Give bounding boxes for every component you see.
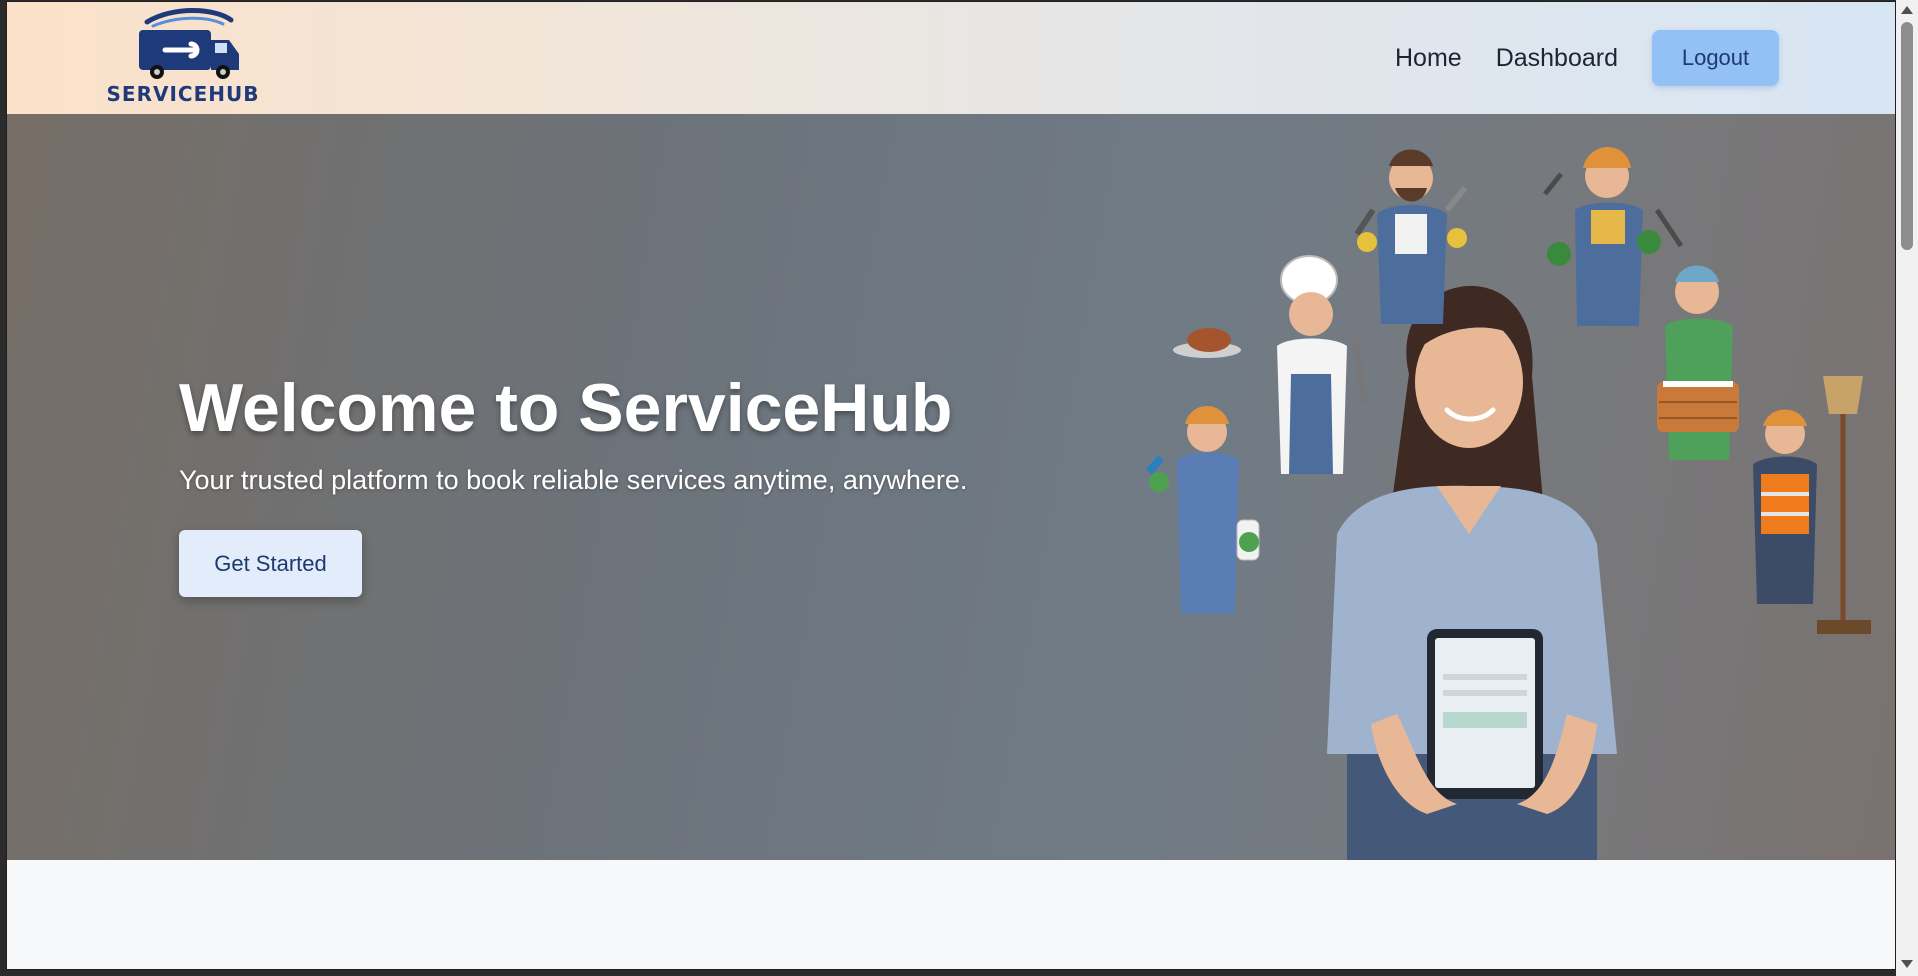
laundry-figure bbox=[1657, 265, 1739, 460]
nav-links: Home Dashboard Logout bbox=[1395, 30, 1779, 86]
cleaner-figure bbox=[1145, 406, 1260, 614]
hero-section: Welcome to ServiceHub Your trusted platf… bbox=[7, 114, 1895, 860]
hero-content: Welcome to ServiceHub Your trusted platf… bbox=[179, 369, 967, 597]
brand-name: SERVICEHUB bbox=[106, 82, 260, 106]
browser-viewport: SERVICEHUB Home Dashboard Logout Welcome… bbox=[6, 1, 1896, 970]
nav-home-link[interactable]: Home bbox=[1395, 44, 1462, 73]
scroll-up-arrow-icon[interactable] bbox=[1901, 6, 1913, 14]
gardener-figure bbox=[1543, 147, 1684, 326]
logout-button[interactable]: Logout bbox=[1652, 30, 1779, 86]
service-workers-illustration bbox=[1145, 147, 1871, 860]
janitor-figure bbox=[1753, 376, 1871, 634]
get-started-button[interactable]: Get Started bbox=[179, 530, 362, 597]
nav-dashboard-link[interactable]: Dashboard bbox=[1496, 44, 1618, 73]
hero-subtitle: Your trusted platform to book reliable s… bbox=[179, 465, 968, 495]
vertical-scrollbar[interactable] bbox=[1896, 0, 1918, 976]
truck-wrench-icon bbox=[139, 8, 239, 79]
scroll-down-arrow-icon[interactable] bbox=[1901, 960, 1913, 968]
content-area bbox=[7, 860, 1895, 969]
navbar: SERVICEHUB Home Dashboard Logout bbox=[7, 2, 1895, 114]
woman-with-tablet-figure bbox=[1327, 285, 1617, 860]
hero-title: Welcome to ServiceHub bbox=[179, 370, 953, 446]
brand-logo[interactable]: SERVICEHUB bbox=[103, 8, 263, 108]
scroll-thumb[interactable] bbox=[1901, 22, 1913, 250]
